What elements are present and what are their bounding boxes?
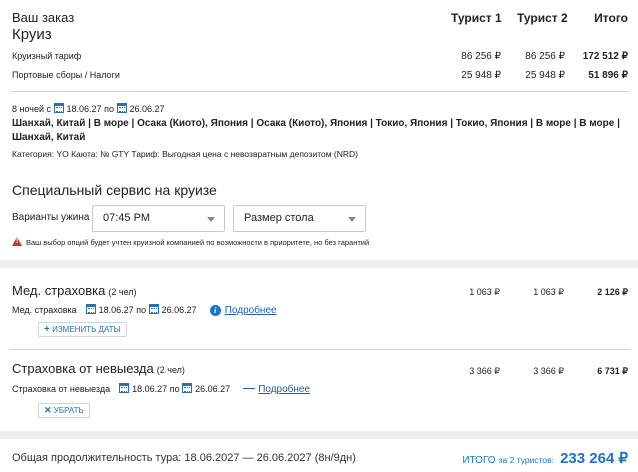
- table-size-select[interactable]: Размер стола: [233, 205, 366, 232]
- table-size-value: Размер стола: [244, 212, 314, 224]
- dash-icon: [243, 388, 256, 389]
- cancellation-total: 6 731 ₽: [597, 366, 628, 376]
- change-dates-label: ИЗМЕНИТЬ ДАТЫ: [52, 325, 121, 334]
- row-cruise-fare-t1: 86 256 ₽: [461, 51, 501, 62]
- nights-prefix: 8 ночей с: [12, 104, 52, 114]
- cabin-category: Категория: YO Каюта: № GTY Тариф: Выгодн…: [12, 149, 359, 159]
- row-port-fees-t2: 25 948 ₽: [525, 70, 565, 81]
- date-to: 26.06.27: [129, 104, 165, 114]
- cancellation-sub-label: Страховка от невыезда: [12, 384, 111, 394]
- medical-t2: 1 063 ₽: [533, 287, 564, 297]
- chevron-down-icon: [207, 217, 215, 222]
- route-line-2: Шанхай, Китай: [12, 132, 86, 143]
- calendar-icon: [119, 383, 130, 393]
- cancellation-date-to: 26.06.27: [195, 384, 231, 394]
- info-icon: i: [209, 305, 221, 316]
- calendar-icon: [85, 304, 96, 314]
- col-header-total: Итого: [594, 11, 628, 25]
- remove-label: УБРАТЬ: [53, 406, 84, 415]
- remove-button[interactable]: ✕ УБРАТЬ: [38, 403, 90, 418]
- row-port-fees-total: 51 896 ₽: [588, 70, 628, 81]
- close-icon: ✕: [44, 405, 52, 415]
- date-from: 18.06.27: [66, 104, 102, 114]
- medical-total: 2 126 ₽: [597, 287, 628, 297]
- dinner-time-select[interactable]: 07:45 PM: [92, 205, 225, 232]
- date-by: по: [104, 104, 114, 114]
- itinerary-dates: 8 ночей с 18.06.27 по 26.06.27: [12, 103, 165, 114]
- medical-date-from: 18.06.27: [98, 305, 134, 315]
- col-header-tourist2: Турист 2: [517, 11, 568, 25]
- row-cruise-fare-total: 172 512 ₽: [582, 51, 628, 62]
- row-port-fees-t1: 25 948 ₽: [461, 70, 501, 81]
- total-label: ИТОГО: [462, 455, 496, 466]
- col-header-tourist1: Турист 1: [451, 11, 502, 25]
- cancellation-insurance-title: Страховка от невыезда: [12, 361, 154, 376]
- medical-date-to: 26.06.27: [161, 305, 197, 315]
- dinner-label: Варианты ужина: [12, 212, 90, 223]
- route-line-1: Шанхай, Китай | В море | Осака (Киото), …: [12, 118, 620, 129]
- medical-insurance-title: Мед. страховка: [12, 283, 106, 298]
- total-for: за 2 туристов:: [498, 455, 554, 465]
- row-label-port-fees: Портовые сборы / Налоги: [12, 70, 120, 80]
- cancellation-details-link[interactable]: Подробнее: [258, 384, 310, 395]
- cancellation-subrow: Страховка от невыезда 18.06.27 по 26.06.…: [12, 383, 310, 395]
- divider: [10, 91, 630, 92]
- order-heading: Ваш заказ: [12, 10, 75, 25]
- medical-insurance-header: Мед. страховка (2 чел): [12, 283, 137, 298]
- calendar-icon: [148, 304, 159, 314]
- total-value: 233 264 ₽: [560, 450, 628, 467]
- warning-text: Ваш выбор опций будет учтен круизной ком…: [26, 238, 370, 247]
- medical-details-link[interactable]: Подробнее: [225, 305, 277, 316]
- chevron-down-icon: [348, 217, 356, 222]
- medical-insurance-people: (2 чел): [108, 287, 137, 297]
- cancellation-insurance-header: Страховка от невыезда (2 чел): [12, 361, 185, 376]
- row-label-cruise-fare: Круизный тариф: [12, 51, 82, 61]
- dinner-time-value: 07:45 PM: [103, 212, 151, 224]
- option-warning: Ваш выбор опций будет учтен круизной ком…: [12, 237, 369, 247]
- calendar-icon: [116, 103, 127, 113]
- warning-icon: [12, 237, 22, 246]
- medical-sub-label: Мед. страховка: [12, 305, 77, 315]
- row-cruise-fare-t2: 86 256 ₽: [525, 51, 565, 62]
- divider: [10, 349, 630, 350]
- tour-duration: Общая продолжительность тура: 18.06.2027…: [12, 452, 356, 464]
- cancellation-insurance-people: (2 чел): [156, 365, 185, 375]
- cancellation-date-from: 18.06.27: [132, 384, 168, 394]
- medical-date-by: по: [136, 305, 147, 315]
- grand-total: ИТОГО за 2 туристов: 233 264 ₽: [462, 449, 628, 467]
- cancellation-date-by: по: [169, 384, 180, 394]
- medical-t1: 1 063 ₽: [469, 287, 500, 297]
- cancellation-t2: 3 366 ₽: [533, 366, 564, 376]
- special-service-title: Специальный сервис на круизе: [12, 182, 217, 198]
- calendar-icon: [53, 103, 64, 113]
- cancellation-t1: 3 366 ₽: [469, 366, 500, 376]
- calendar-icon: [182, 383, 193, 393]
- medical-subrow: Мед. страховка 18.06.27 по 26.06.27 i Под…: [12, 304, 277, 316]
- section-separator: [0, 431, 638, 439]
- plus-icon: +: [44, 324, 50, 335]
- section-separator: [0, 260, 638, 268]
- order-title: Круиз: [12, 26, 52, 43]
- change-dates-button[interactable]: + ИЗМЕНИТЬ ДАТЫ: [38, 322, 127, 337]
